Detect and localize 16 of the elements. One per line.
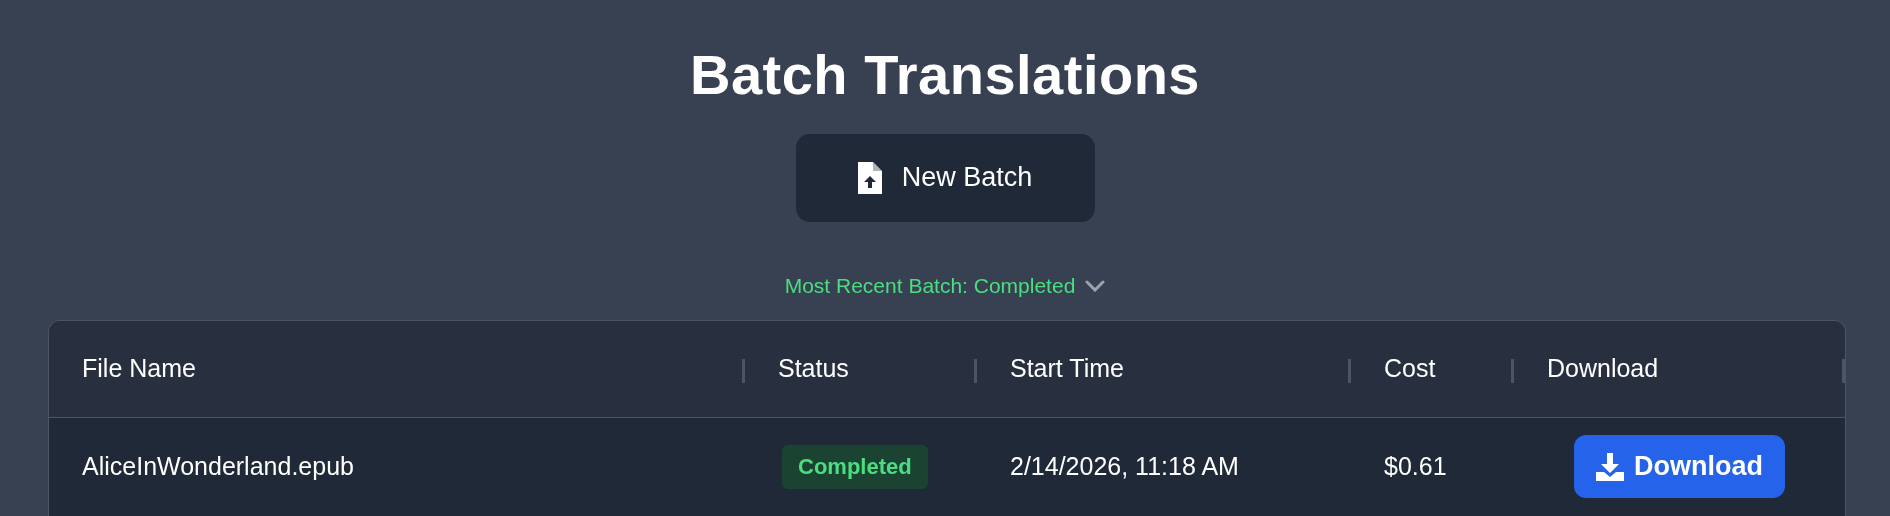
table-cell: AliceInWonderland.epub [82, 452, 354, 482]
download-icon [1596, 452, 1624, 481]
page-title: Batch Translations [690, 44, 1200, 106]
column-header: Cost [1384, 354, 1436, 384]
chevron-icon [1085, 279, 1106, 292]
column-header: File Name [82, 354, 196, 384]
table-cell: 2/14/2026, 11:18 AM [1010, 452, 1239, 482]
recent-batch-toggle[interactable]: Most Recent Batch: Completed [784, 273, 1106, 298]
file-upload-icon [857, 161, 882, 194]
table-cell: $0.61 [1384, 452, 1447, 482]
status-badge: Completed [782, 444, 928, 489]
column-header: Start Time [1010, 354, 1124, 384]
download-button[interactable]: Download [1574, 435, 1785, 499]
new-batch-button[interactable]: New Batch [795, 133, 1095, 222]
column-header: Download [1547, 354, 1659, 384]
column-header: Status [778, 354, 849, 384]
